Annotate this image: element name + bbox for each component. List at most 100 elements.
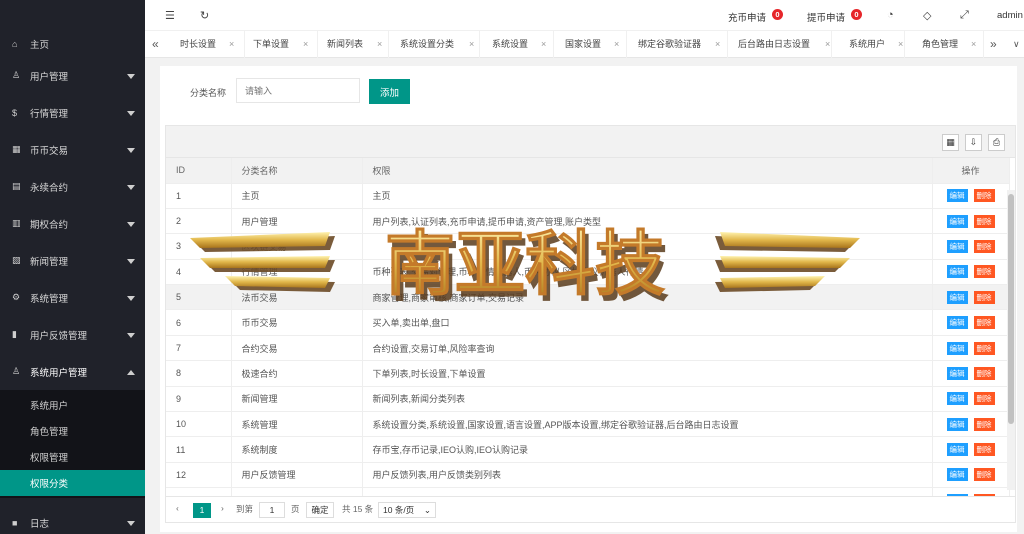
- table-row[interactable]: 1 主页 主页 编辑 删除: [166, 183, 1010, 209]
- close-icon[interactable]: ×: [825, 31, 830, 58]
- next-page-icon[interactable]: ›: [221, 503, 224, 513]
- close-icon[interactable]: ×: [229, 31, 234, 58]
- delete-button[interactable]: 删除: [973, 189, 995, 203]
- edit-button[interactable]: 编辑: [946, 265, 968, 279]
- cell-id: 2: [166, 208, 232, 235]
- sidebar-item-users[interactable]: ♙ 用户管理: [0, 57, 145, 94]
- close-icon[interactable]: ×: [469, 31, 474, 58]
- fullscreen-icon[interactable]: ⤢: [960, 9, 969, 22]
- edit-button[interactable]: 编辑: [946, 290, 968, 304]
- tabs-next-icon[interactable]: »: [990, 37, 997, 51]
- table-row[interactable]: 6 币币交易 买入单,卖出单,盘口 编辑 删除: [166, 309, 1010, 336]
- export-icon[interactable]: ⇩: [965, 134, 982, 151]
- delete-button[interactable]: 删除: [973, 316, 995, 330]
- delete-button[interactable]: 删除: [973, 392, 995, 406]
- sidebar-item-feedback[interactable]: ▮ 用户反馈管理: [0, 316, 145, 353]
- sidebar-item-news[interactable]: ▧ 新闻管理: [0, 242, 145, 279]
- per-page-select[interactable]: 10 条/页 ⌄: [378, 502, 436, 518]
- edit-button[interactable]: 编辑: [946, 316, 968, 330]
- columns-icon[interactable]: ▦: [942, 134, 959, 151]
- edit-button[interactable]: 编辑: [946, 341, 968, 355]
- menu-collapse-icon[interactable]: ☰: [165, 9, 175, 22]
- recharge-request-link[interactable]: 充币申请: [728, 10, 766, 24]
- column-header-id[interactable]: ID: [166, 158, 232, 184]
- sidebar-item-system[interactable]: ⚙ 系统管理: [0, 279, 145, 316]
- chevron-down-icon[interactable]: ∨: [1013, 39, 1020, 50]
- tab-route-log-settings[interactable]: 后台路由日志设置: [738, 31, 832, 58]
- sidebar-item-log[interactable]: ■ 日志: [0, 504, 145, 534]
- scrollbar-thumb[interactable]: [1008, 194, 1014, 424]
- delete-button[interactable]: 删除: [973, 239, 995, 253]
- delete-button[interactable]: 删除: [973, 468, 995, 482]
- grid-icon: ▦: [12, 144, 21, 154]
- sidebar-subitem-permission[interactable]: 权限管理: [0, 444, 145, 470]
- sidebar-subitem-system-user[interactable]: 系统用户: [0, 392, 145, 418]
- sidebar-item-system-users[interactable]: ♙ 系统用户管理: [0, 353, 145, 390]
- table-row[interactable]: 9 新闻管理 新闻列表,新闻分类列表 编辑 删除: [166, 386, 1010, 413]
- edit-button[interactable]: 编辑: [946, 392, 968, 406]
- cell-permission: 新闻列表,新闻分类列表: [362, 386, 933, 413]
- user-menu[interactable]: admin: [997, 10, 1023, 21]
- edit-button[interactable]: 编辑: [946, 468, 968, 482]
- prev-page-icon[interactable]: ‹: [176, 503, 179, 513]
- edit-button[interactable]: 编辑: [946, 417, 968, 431]
- sidebar-item-perpetual[interactable]: ▤ 永续合约: [0, 168, 145, 205]
- tab-duration-settings[interactable]: 时长设置: [180, 31, 245, 58]
- add-button[interactable]: 添加: [369, 79, 410, 104]
- dashboard-icon[interactable]: ◔: [887, 9, 894, 21]
- print-icon[interactable]: ⎙: [988, 134, 1005, 151]
- tag-icon[interactable]: ◇: [923, 9, 931, 22]
- page-number-input[interactable]: 1: [259, 502, 285, 518]
- column-header-permission[interactable]: 权限: [362, 158, 933, 184]
- close-icon[interactable]: ×: [971, 31, 976, 58]
- sidebar-item-coin-trade[interactable]: ▦ 币币交易: [0, 131, 145, 168]
- sidebar-item-options[interactable]: ▥ 期权合约: [0, 205, 145, 242]
- edit-button[interactable]: 编辑: [946, 366, 968, 380]
- sidebar-item-market[interactable]: $ 行情管理: [0, 94, 145, 131]
- delete-button[interactable]: 删除: [973, 214, 995, 228]
- sidebar-item-home[interactable]: ⌂ 主页: [0, 31, 145, 57]
- cell-actions: 编辑删除: [932, 335, 1010, 362]
- close-icon[interactable]: ×: [715, 31, 720, 58]
- delete-button[interactable]: 删除: [973, 366, 995, 380]
- table-row[interactable]: 7 合约交易 合约设置,交易订单,风险率查询 编辑 删除: [166, 335, 1010, 362]
- close-icon[interactable]: ×: [898, 31, 903, 58]
- table-row[interactable]: 2 用户管理 用户列表,认证列表,充币申请,提币申请,资产管理,账户类型 编辑 删除: [166, 208, 1010, 235]
- table-row[interactable]: 10 系统管理 系统设置分类,系统设置,国家设置,语言设置,APP版本设置,绑定谷歌…: [166, 411, 1010, 438]
- tab-system-settings-category[interactable]: 系统设置分类: [400, 31, 480, 58]
- close-icon[interactable]: ×: [614, 31, 619, 58]
- table-row[interactable]: 3 区块链交易 编辑 删除: [166, 233, 1010, 260]
- cell-permission: 系统设置分类,系统设置,国家设置,语言设置,APP版本设置,绑定谷歌验证器,后台…: [362, 411, 933, 438]
- delete-button[interactable]: 删除: [973, 443, 995, 457]
- delete-button[interactable]: 删除: [973, 341, 995, 355]
- close-icon[interactable]: ×: [303, 31, 308, 58]
- sidebar-subitem-permission-category[interactable]: 权限分类: [0, 470, 145, 496]
- edit-button[interactable]: 编辑: [946, 443, 968, 457]
- delete-button[interactable]: 删除: [973, 290, 995, 304]
- delete-button[interactable]: 删除: [973, 417, 995, 431]
- edit-button[interactable]: 编辑: [946, 239, 968, 253]
- category-name-input[interactable]: [236, 78, 360, 103]
- sidebar-subitem-role[interactable]: 角色管理: [0, 418, 145, 444]
- tabs-prev-icon[interactable]: «: [152, 37, 159, 51]
- table-row[interactable]: 8 极速合约 下单列表,时长设置,下单设置 编辑 删除: [166, 360, 1010, 387]
- table-row[interactable]: 12 用户反馈管理 用户反馈列表,用户反馈类别列表 编辑 删除: [166, 462, 1010, 489]
- confirm-page-button[interactable]: 确定: [306, 502, 334, 518]
- delete-button[interactable]: 删除: [973, 265, 995, 279]
- table-row[interactable]: 4 行情管理 币种列表,交易对管理,币种行情机器人,币种协议,区块协议机器人行情 编辑…: [166, 259, 1010, 286]
- cell-actions: 编辑删除: [932, 284, 1010, 311]
- table-row[interactable]: 5 法币交易 商家管理,商家审核,商家订单,交易记录 编辑 删除: [166, 284, 1010, 311]
- close-icon[interactable]: ×: [377, 31, 382, 58]
- tab-system-user[interactable]: 系统用户: [849, 31, 905, 58]
- refresh-icon[interactable]: ↻: [200, 9, 209, 22]
- close-icon[interactable]: ×: [541, 31, 546, 58]
- table-row[interactable]: 11 系统制度 存币宝,存币记录,IEO认购,IEO认购记录 编辑 删除: [166, 436, 1010, 463]
- edit-button[interactable]: 编辑: [946, 214, 968, 228]
- column-header-name[interactable]: 分类名称: [231, 158, 363, 184]
- withdraw-request-link[interactable]: 提币申请: [807, 10, 845, 24]
- sidebar-item-label: 行情管理: [30, 108, 69, 120]
- tab-label: 系统设置: [492, 39, 529, 49]
- table-scrollbar[interactable]: [1007, 190, 1015, 490]
- current-page[interactable]: 1: [193, 503, 211, 518]
- edit-button[interactable]: 编辑: [946, 189, 968, 203]
